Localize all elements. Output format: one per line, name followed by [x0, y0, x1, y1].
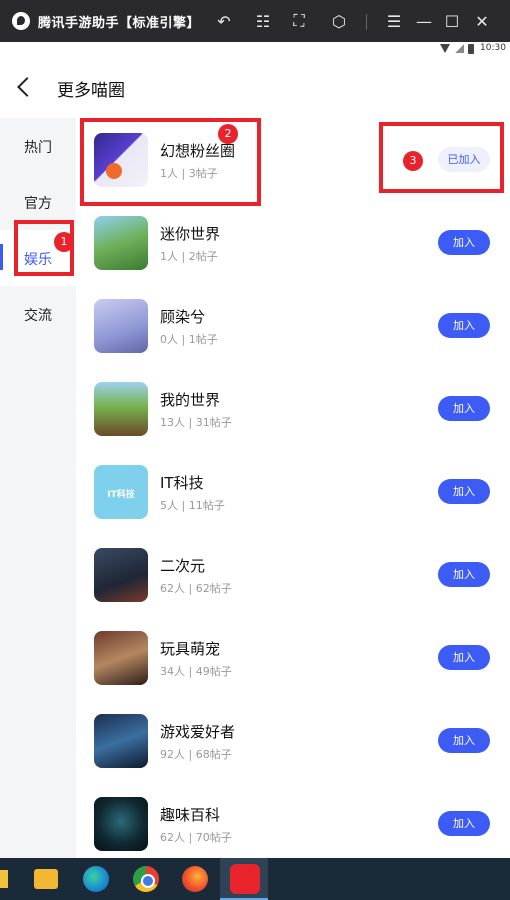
circle-name: 玩具萌宠 — [160, 640, 221, 658]
join-button[interactable]: 加入 — [438, 811, 490, 836]
circle-thumbnail — [94, 299, 148, 353]
circle-thumbnail — [94, 382, 148, 436]
page-title: 更多喵圈 — [57, 81, 125, 101]
circle-thumbnail — [94, 714, 148, 768]
list-item[interactable]: 顾染兮 0人 | 1帖子 加入 — [76, 284, 510, 367]
list-item[interactable]: 趣味百科 62人 | 70帖子 加入 — [76, 782, 510, 858]
fullscreen-icon[interactable]: ⛶ — [289, 11, 309, 31]
circle-stats: 62人 | 70帖子 — [160, 831, 232, 844]
list-item[interactable]: 玩具萌宠 34人 | 49帖子 加入 — [76, 616, 510, 699]
circle-name: 我的世界 — [160, 391, 221, 409]
list-item[interactable]: 游戏爱好者 92人 | 68帖子 加入 — [76, 699, 510, 782]
circle-stats: 1人 | 2帖子 — [160, 250, 218, 263]
emulator-titlebar: 腾讯手游助手【标准引擎】 ↶ ☷ ⛶ ⬡ ☰ — ☐ ✕ — [0, 0, 510, 42]
cube-app-icon[interactable] — [34, 869, 58, 889]
close-icon[interactable]: ✕ — [472, 11, 492, 31]
circle-stats: 0人 | 1帖子 — [160, 333, 218, 346]
app-logo-icon — [12, 12, 30, 30]
circle-thumbnail — [94, 548, 148, 602]
list-item[interactable]: 我的世界 13人 | 31帖子 加入 — [76, 367, 510, 450]
list-item[interactable]: IT科技 IT科技 5人 | 11帖子 加入 — [76, 450, 510, 533]
menu-icon[interactable]: ☰ — [384, 11, 404, 31]
signal-icon — [455, 44, 464, 53]
battery-icon — [468, 44, 474, 54]
circle-list: 幻想粉丝圈 1人 | 3帖子 已加入 迷你世界 1人 | 2帖子 加入 顾染兮 … — [76, 118, 510, 858]
sidebar-item-label: 热门 — [24, 140, 52, 156]
circle-stats: 92人 | 68帖子 — [160, 748, 232, 761]
circle-name: 顾染兮 — [160, 308, 206, 326]
sidebar-item-exchange[interactable]: 交流 — [0, 286, 76, 342]
android-statusbar: 10:30 — [0, 42, 510, 56]
undo-icon[interactable]: ↶ — [214, 11, 234, 31]
list-item[interactable]: 迷你世界 1人 | 2帖子 加入 — [76, 201, 510, 284]
circle-stats: 13人 | 31帖子 — [160, 416, 232, 429]
circle-name: 游戏爱好者 — [160, 723, 236, 741]
circle-stats: 62人 | 62帖子 — [160, 582, 232, 595]
minimize-icon[interactable]: — — [414, 11, 434, 31]
join-button[interactable]: 加入 — [438, 479, 490, 504]
titlebar-divider — [366, 14, 367, 30]
annotation-box-button — [379, 122, 504, 193]
circle-name: IT科技 — [160, 474, 204, 492]
grid-icon[interactable]: ☷ — [253, 11, 273, 31]
annotation-badge: 3 — [403, 151, 423, 171]
join-button[interactable]: 加入 — [438, 230, 490, 255]
join-button[interactable]: 加入 — [438, 562, 490, 587]
circle-name: 二次元 — [160, 557, 206, 575]
status-time: 10:30 — [480, 43, 506, 53]
edge-icon[interactable] — [83, 866, 109, 892]
annotation-badge: 2 — [218, 124, 238, 144]
page-header: 更多喵圈 — [0, 56, 510, 118]
sidebar-item-hot[interactable]: 热门 — [0, 118, 76, 174]
annotation-badge: 1 — [54, 232, 74, 252]
tencent-assistant-icon[interactable] — [230, 864, 260, 894]
circle-thumbnail — [94, 631, 148, 685]
wifi-icon — [440, 44, 450, 53]
circle-thumbnail: IT科技 — [94, 465, 148, 519]
taskbar-edge-icon[interactable] — [0, 870, 8, 888]
sidebar-item-label: 交流 — [24, 308, 52, 324]
thumbnail-text: IT科技 — [107, 490, 135, 500]
firefox-icon[interactable] — [182, 866, 208, 892]
window-title: 腾讯手游助手【标准引擎】 — [38, 15, 201, 31]
circle-name: 迷你世界 — [160, 225, 221, 243]
chrome-icon[interactable] — [133, 866, 159, 892]
circle-stats: 5人 | 11帖子 — [160, 499, 225, 512]
join-button[interactable]: 加入 — [438, 313, 490, 338]
maximize-icon[interactable]: ☐ — [442, 11, 462, 31]
circle-name: 趣味百科 — [160, 806, 221, 824]
cube-icon[interactable]: ⬡ — [329, 11, 349, 31]
circle-stats: 34人 | 49帖子 — [160, 665, 232, 678]
join-button[interactable]: 加入 — [438, 396, 490, 421]
circle-thumbnail — [94, 797, 148, 851]
circle-thumbnail — [94, 216, 148, 270]
join-button[interactable]: 加入 — [438, 645, 490, 670]
sidebar-item-label: 官方 — [24, 196, 52, 212]
list-item[interactable]: 二次元 62人 | 62帖子 加入 — [76, 533, 510, 616]
back-arrow-icon[interactable] — [17, 77, 37, 97]
join-button[interactable]: 加入 — [438, 728, 490, 753]
windows-taskbar — [0, 858, 510, 900]
